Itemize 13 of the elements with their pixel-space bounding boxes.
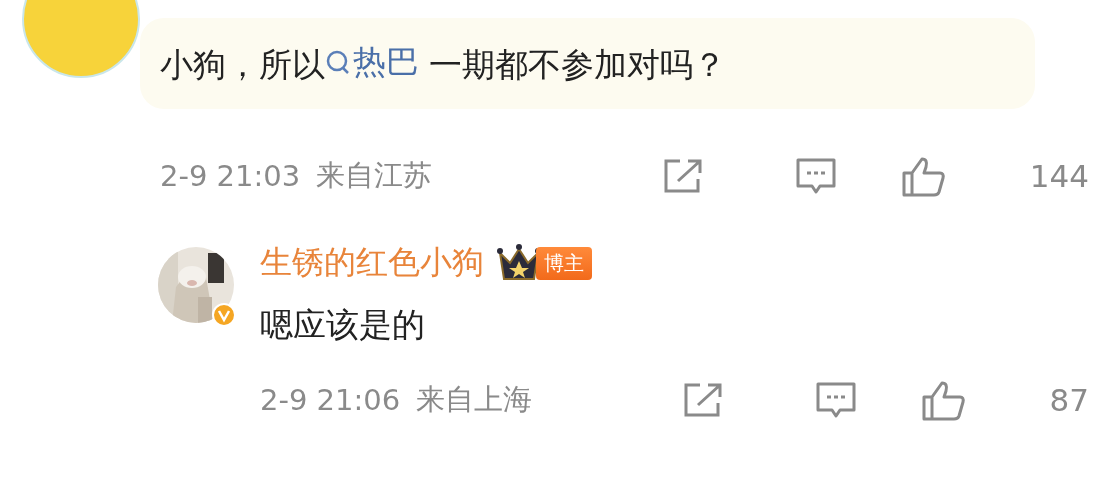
blogger-badge: 博主 (536, 246, 592, 280)
like-count: 144 (1029, 158, 1089, 194)
comment-location: 来自上海 (416, 381, 533, 418)
reply-text: 嗯应该是的 (260, 304, 426, 346)
search-icon[interactable] (325, 48, 351, 76)
comment-time: 2-9 21:03 (160, 159, 301, 193)
user-name[interactable]: 生锈的红色小狗 (260, 241, 484, 285)
verified-icon[interactable] (212, 303, 236, 327)
comment-time: 2-9 21:06 (260, 383, 401, 417)
comment-text: 小狗，所以 热巴 一期都不参加对吗？ (160, 40, 728, 86)
comment-location: 来自江苏 (316, 157, 433, 194)
topic-link[interactable]: 热巴 (325, 40, 419, 84)
like-count: 87 (1049, 382, 1089, 418)
